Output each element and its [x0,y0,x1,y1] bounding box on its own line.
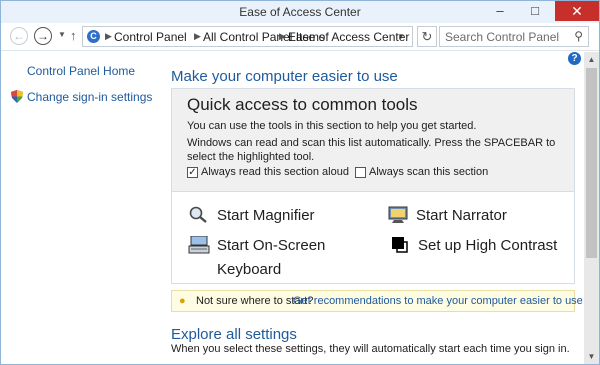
high-contrast-icon [392,237,408,253]
chevron-right-icon[interactable]: ▶ [194,31,201,42]
start-osk-label-line1[interactable]: Start On-Screen [217,234,325,257]
start-narrator-label[interactable]: Start Narrator [416,204,507,227]
up-arrow-icon: ↑ [70,28,77,43]
up-button[interactable]: ↑ [70,28,77,43]
control-panel-icon: C [87,30,100,43]
explore-description: When you select these settings, they wil… [171,343,570,355]
recent-locations-dropdown[interactable]: ▼ [58,30,66,39]
back-button[interactable]: ← [10,27,28,45]
search-box[interactable]: ⚲ [439,26,589,47]
forward-arrow-icon: → [37,29,49,43]
title-bar: Ease of Access Center – □ ✕ [1,1,599,23]
setup-high-contrast-label[interactable]: Set up High Contrast [418,234,557,257]
change-signin-settings-link[interactable]: Change sign-in settings [27,90,152,104]
quick-access-title: Quick access to common tools [187,95,418,114]
ease-of-access-window: Ease of Access Center – □ ✕ ← → ▼ ↑ C ▶ … [0,0,600,365]
minimize-button[interactable]: – [486,1,514,21]
shield-icon [11,90,23,103]
scroll-up-icon[interactable]: ▲ [584,52,599,67]
chevron-right-icon[interactable]: ▶ [105,31,112,42]
chevron-down-icon: ▼ [58,30,66,39]
keyboard-icon [188,236,210,254]
vertical-scrollbar[interactable]: ▲ ▼ [584,52,599,364]
narrator-icon [388,206,408,223]
breadcrumb-ease-of-access[interactable]: Ease of Access Center [288,30,409,44]
scroll-down-icon[interactable]: ▼ [584,349,599,364]
minimize-icon: – [496,3,504,18]
quick-access-description: You can use the tools in this section to… [187,120,477,132]
quick-access-header: Quick access to common tools You can use… [172,89,574,192]
control-panel-home-link[interactable]: Control Panel Home [27,64,135,78]
breadcrumb-control-panel[interactable]: Control Panel [114,30,187,44]
maximize-icon: □ [531,3,539,18]
close-icon: ✕ [571,3,583,19]
address-bar: ← → ▼ ↑ C ▶ Control Panel ▶ All Control … [1,23,599,51]
recommendation-tip: ● Not sure where to start? Get recommend… [171,290,583,312]
left-pane: Control Panel Home Change sign-in settin… [1,52,161,364]
refresh-button[interactable]: ↻ [417,26,437,47]
scan-section-label[interactable]: Always scan this section [369,166,488,178]
explore-all-settings-heading: Explore all settings [171,326,297,343]
close-button[interactable]: ✕ [555,1,599,21]
scan-info-text: Windows can read and scan this list auto… [187,137,556,163]
get-recommendations-link[interactable]: Get recommendations to make your compute… [293,295,583,307]
lightbulb-icon: ● [179,295,186,307]
breadcrumb[interactable]: C ▶ Control Panel ▶ All Control Panel It… [82,26,413,47]
search-icon: ⚲ [574,29,583,43]
start-magnifier-label[interactable]: Start Magnifier [217,204,315,227]
start-osk-label-line2[interactable]: Keyboard [217,258,281,281]
refresh-icon: ↻ [421,29,433,44]
forward-button[interactable]: → [34,27,52,45]
maximize-button[interactable]: □ [521,1,549,21]
back-arrow-icon: ← [13,29,25,43]
magnifier-icon [189,206,207,223]
read-aloud-label[interactable]: Always read this section aloud [201,166,349,178]
checkbox-unchecked-icon[interactable] [355,167,366,178]
checkbox-checked-icon[interactable]: ✓ [187,167,198,178]
scrollbar-thumb[interactable] [586,68,597,258]
page-title: Make your computer easier to use [171,68,398,85]
chevron-right-icon[interactable]: ▶ [279,31,286,42]
search-input[interactable] [440,27,570,46]
help-icon[interactable]: ? [568,52,581,65]
